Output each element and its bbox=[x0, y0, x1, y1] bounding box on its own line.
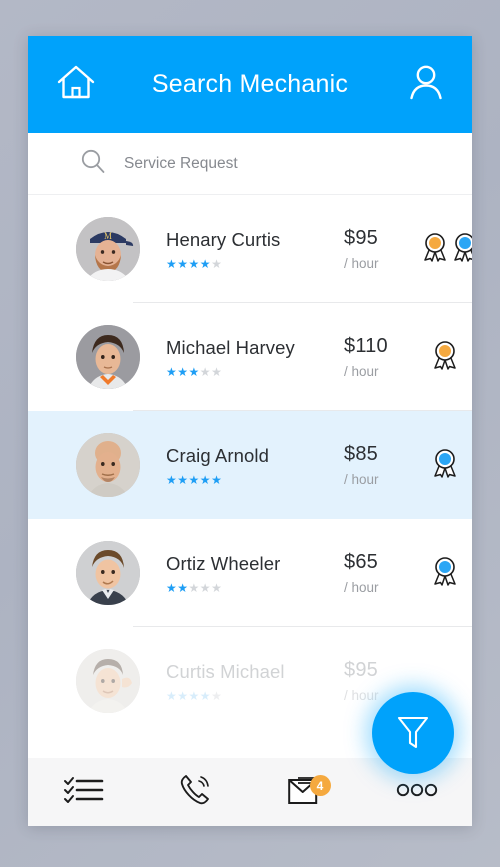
star: ★ bbox=[188, 580, 200, 595]
star: ★ bbox=[199, 580, 212, 595]
mechanic-name: Ortiz Wheeler bbox=[166, 552, 281, 574]
list-item[interactable]: Ortiz Wheeler ★★★★★ $65 / hour bbox=[28, 519, 472, 627]
checklist-icon bbox=[63, 775, 105, 810]
star: ★ bbox=[188, 364, 200, 379]
star: ★ bbox=[166, 688, 178, 703]
star: ★ bbox=[199, 364, 212, 379]
award-badges bbox=[422, 340, 458, 375]
rating-stars: ★★★★★ bbox=[166, 258, 344, 270]
star: ★ bbox=[188, 256, 200, 271]
star: ★ bbox=[211, 472, 223, 487]
user-icon[interactable] bbox=[408, 63, 444, 106]
award-ribbon-orange-icon bbox=[422, 232, 448, 267]
price-amount: $95 bbox=[344, 227, 378, 249]
mechanic-info: Ortiz Wheeler ★★★★★ bbox=[166, 553, 344, 594]
star: ★ bbox=[211, 688, 223, 703]
search-icon bbox=[80, 148, 106, 179]
price-block: $95 / hour bbox=[344, 227, 422, 271]
svg-text:M: M bbox=[104, 231, 112, 241]
star: ★ bbox=[199, 256, 212, 271]
avatar bbox=[76, 325, 140, 389]
price-block: $85 / hour bbox=[344, 443, 422, 487]
award-ribbon-blue-icon bbox=[432, 556, 458, 591]
price-amount: $110 bbox=[344, 335, 388, 357]
avatar bbox=[76, 433, 140, 497]
mechanic-info: Henary Curtis ★★★★★ bbox=[166, 229, 344, 270]
rating-stars: ★★★★★ bbox=[166, 690, 344, 702]
star: ★ bbox=[177, 364, 189, 379]
star: ★ bbox=[166, 472, 178, 487]
mechanic-info: Michael Harvey ★★★★★ bbox=[166, 337, 344, 378]
mechanic-name: Michael Harvey bbox=[166, 336, 295, 358]
price-unit: / hour bbox=[344, 256, 379, 271]
price-amount: $85 bbox=[344, 443, 378, 465]
avatar: M bbox=[76, 217, 140, 281]
award-badges bbox=[422, 232, 472, 267]
award-ribbon-blue-icon bbox=[452, 232, 472, 267]
price-block: $65 / hour bbox=[344, 551, 422, 595]
mechanic-name: Craig Arnold bbox=[166, 444, 270, 466]
avatar bbox=[76, 649, 140, 713]
mechanic-info: Curtis Michael ★★★★★ bbox=[166, 661, 344, 702]
award-badges bbox=[422, 556, 458, 591]
phone-screen: Search Mechanic M bbox=[28, 36, 472, 826]
mechanic-name: Curtis Michael bbox=[166, 660, 285, 682]
mechanic-list: M Henary Curtis ★★★★★ $95 / hour Michael… bbox=[28, 195, 472, 735]
star: ★ bbox=[211, 256, 223, 271]
search-input[interactable] bbox=[124, 154, 424, 173]
star: ★ bbox=[188, 472, 200, 487]
star: ★ bbox=[211, 364, 223, 379]
search-bar[interactable] bbox=[28, 133, 472, 195]
phone-ringing-icon bbox=[178, 773, 212, 812]
rating-stars: ★★★★★ bbox=[166, 582, 344, 594]
list-item[interactable]: Michael Harvey ★★★★★ $110 / hour bbox=[28, 303, 472, 411]
star: ★ bbox=[166, 580, 178, 595]
rating-stars: ★★★★★ bbox=[166, 474, 344, 486]
price-amount: $95 bbox=[344, 659, 378, 681]
star: ★ bbox=[177, 580, 189, 595]
filter-funnel-icon bbox=[394, 712, 432, 755]
award-ribbon-blue-icon bbox=[432, 448, 458, 483]
award-ribbon-orange-icon bbox=[432, 340, 458, 375]
price-unit: / hour bbox=[344, 364, 379, 379]
price-unit: / hour bbox=[344, 580, 379, 595]
star: ★ bbox=[199, 688, 212, 703]
star: ★ bbox=[177, 688, 189, 703]
award-badges bbox=[422, 448, 458, 483]
app-header: Search Mechanic bbox=[28, 36, 472, 133]
star: ★ bbox=[199, 472, 212, 487]
rating-stars: ★★★★★ bbox=[166, 366, 344, 378]
message-count-badge: 4 bbox=[309, 775, 331, 796]
star: ★ bbox=[166, 364, 178, 379]
nav-item-messages[interactable]: 4 bbox=[250, 758, 361, 826]
list-item[interactable]: Craig Arnold ★★★★★ $85 / hour bbox=[28, 411, 472, 519]
mechanic-info: Craig Arnold ★★★★★ bbox=[166, 445, 344, 486]
more-dots-icon bbox=[396, 782, 438, 803]
price-amount: $65 bbox=[344, 551, 378, 573]
home-icon[interactable] bbox=[56, 63, 96, 106]
price-block: $110 / hour bbox=[344, 335, 422, 379]
mechanic-name: Henary Curtis bbox=[166, 228, 281, 250]
price-unit: / hour bbox=[344, 472, 379, 487]
star: ★ bbox=[211, 580, 223, 595]
nav-item-tasks[interactable] bbox=[28, 758, 139, 826]
filter-fab-button[interactable] bbox=[372, 692, 454, 774]
star: ★ bbox=[177, 256, 189, 271]
nav-item-calls[interactable] bbox=[139, 758, 250, 826]
avatar bbox=[76, 541, 140, 605]
list-item[interactable]: M Henary Curtis ★★★★★ $95 / hour bbox=[28, 195, 472, 303]
star: ★ bbox=[188, 688, 200, 703]
star: ★ bbox=[177, 472, 189, 487]
star: ★ bbox=[166, 256, 178, 271]
